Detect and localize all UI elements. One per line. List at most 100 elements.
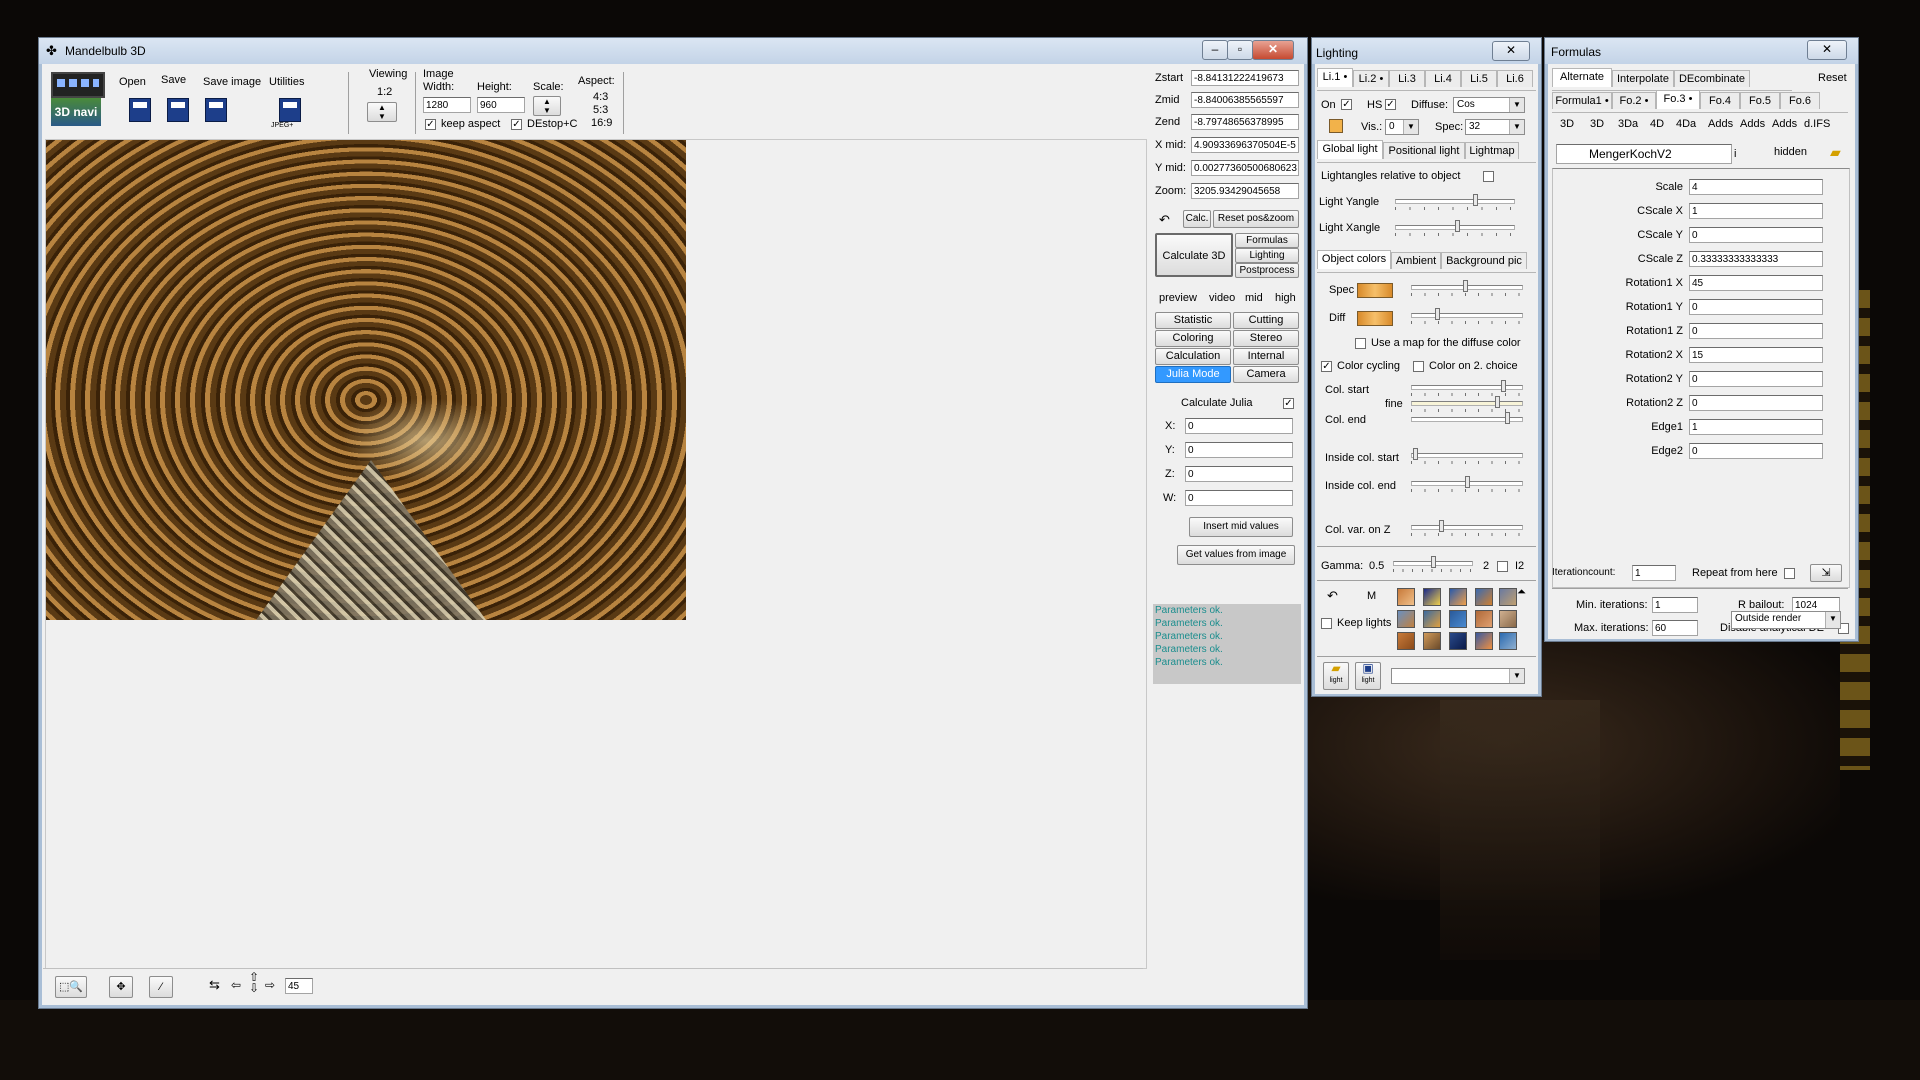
tab-formula-6[interactable]: Fo.6	[1780, 92, 1820, 109]
xmid-input[interactable]: 4.90933696370504E-5	[1191, 137, 1299, 153]
tab-formula-1[interactable]: Formula1 •	[1552, 92, 1612, 109]
light-preset-thumbnail[interactable]	[1449, 632, 1467, 650]
gamma-i2-checkbox[interactable]	[1497, 561, 1508, 572]
tab-coloring[interactable]: Coloring	[1155, 330, 1231, 347]
reset-pos-zoom-button[interactable]: Reset pos&zoom	[1213, 210, 1299, 228]
zoom-input[interactable]: 3205.93429045658	[1191, 183, 1299, 199]
param-value-input[interactable]: 0	[1689, 443, 1823, 459]
quality-high[interactable]: high	[1275, 292, 1296, 304]
tab-cutting[interactable]: Cutting	[1233, 312, 1299, 329]
tab-formula-3[interactable]: Fo.3 •	[1656, 90, 1700, 109]
save-image-menu[interactable]: Save image	[203, 76, 261, 88]
type-tab[interactable]: Adds	[1708, 118, 1733, 130]
tab-camera[interactable]: Camera	[1233, 366, 1299, 383]
close-button[interactable]: ✕	[1252, 40, 1294, 60]
diffuse-select[interactable]: Cos ▼	[1453, 97, 1525, 113]
light-preset-thumbnail[interactable]	[1475, 588, 1493, 606]
light-preset-thumbnail[interactable]	[1449, 610, 1467, 628]
light-preset-thumbnail[interactable]	[1423, 610, 1441, 628]
tab-light-2[interactable]: Li.2 •	[1353, 70, 1389, 87]
render-viewport[interactable]	[45, 139, 1147, 969]
keep-lights-checkbox[interactable]	[1321, 618, 1332, 629]
tab-light-3[interactable]: Li.3	[1389, 70, 1425, 87]
viewing-spinner[interactable]: ▲ ▼	[367, 102, 397, 122]
image-height-input[interactable]: 960	[477, 97, 525, 113]
minimize-button[interactable]: –	[1202, 40, 1228, 60]
julia-y-input[interactable]: 0	[1185, 442, 1293, 458]
keep-aspect-checkbox[interactable]: ✓	[425, 119, 436, 130]
param-value-input[interactable]: 45	[1689, 275, 1823, 291]
tab-calculation[interactable]: Calculation	[1155, 348, 1231, 365]
light-preset-thumbnail[interactable]	[1499, 610, 1517, 628]
undo-icon[interactable]: ↶	[1159, 212, 1170, 228]
formula-options-button[interactable]: ⇲	[1810, 564, 1842, 582]
render-mode-select[interactable]: Outside render ▼	[1731, 611, 1841, 629]
type-tab[interactable]: 3Da	[1618, 118, 1638, 130]
param-value-input[interactable]: 0	[1689, 371, 1823, 387]
quality-preview[interactable]: preview	[1159, 292, 1197, 304]
param-value-input[interactable]: 0	[1689, 395, 1823, 411]
animation-icon[interactable]	[51, 72, 105, 98]
image-width-input[interactable]: 1280	[423, 97, 471, 113]
maximize-button[interactable]: ▫	[1227, 40, 1253, 60]
move-tool-icon[interactable]: ✥	[109, 976, 133, 998]
spec-color-slider[interactable]	[1411, 280, 1523, 298]
save-jpeg-icon[interactable]	[279, 98, 301, 122]
open-save-icon[interactable]	[129, 98, 151, 122]
select-zoom-tool-icon[interactable]: ⬚🔍	[55, 976, 87, 998]
undo-icon[interactable]: ↶	[1327, 588, 1338, 604]
light-color-swatch[interactable]	[1329, 119, 1343, 133]
light-xangle-slider[interactable]	[1395, 220, 1515, 238]
tab-decombinate[interactable]: DEcombinate	[1674, 70, 1750, 87]
use-map-checkbox[interactable]	[1355, 338, 1366, 349]
quality-mid[interactable]: mid	[1245, 292, 1263, 304]
tab-positional-light[interactable]: Positional light	[1383, 142, 1465, 159]
lighting-close-button[interactable]: ✕	[1492, 41, 1530, 61]
fractal-render-image[interactable]	[46, 140, 686, 620]
tab-formula-2[interactable]: Fo.2 •	[1612, 92, 1656, 109]
pick-tool-icon[interactable]: ⁄	[149, 976, 173, 998]
tab-light-6[interactable]: Li.6	[1497, 70, 1533, 87]
arrow-up-down-icon[interactable]: ⇧ ⇩	[249, 971, 259, 994]
save-m3i-icon[interactable]	[205, 98, 227, 122]
formula-info-icon[interactable]: i	[1734, 148, 1736, 160]
insert-mid-values-button[interactable]: Insert mid values	[1189, 517, 1293, 537]
zmid-input[interactable]: -8.84006385565597	[1191, 92, 1299, 108]
calc-button[interactable]: Calc.	[1183, 210, 1211, 228]
rotate-icon[interactable]: ⇆	[209, 977, 220, 993]
param-value-input[interactable]: 0.33333333333333	[1689, 251, 1823, 267]
param-value-input[interactable]: 0	[1689, 227, 1823, 243]
tab-internal[interactable]: Internal	[1233, 348, 1299, 365]
zstart-input[interactable]: -8.84131222419673	[1191, 70, 1299, 86]
lightangles-checkbox[interactable]	[1483, 171, 1494, 182]
diff-color-swatch[interactable]	[1357, 311, 1393, 326]
light-preset-thumbnail[interactable]	[1499, 632, 1517, 650]
tab-light-4[interactable]: Li.4	[1425, 70, 1461, 87]
save-parameters-icon[interactable]	[167, 98, 189, 122]
ymid-input[interactable]: 0.00277360500680623	[1191, 160, 1299, 176]
arrow-right-icon[interactable]: ⇨	[265, 978, 275, 992]
type-tab[interactable]: 4Da	[1676, 118, 1696, 130]
reset-button[interactable]: Reset	[1818, 72, 1847, 84]
param-value-input[interactable]: 0	[1689, 323, 1823, 339]
aspect-option[interactable]: 16:9	[591, 117, 612, 129]
light-preset-thumbnail[interactable]	[1423, 632, 1441, 650]
tab-stereo[interactable]: Stereo	[1233, 330, 1299, 347]
aspect-option[interactable]: 4:3	[593, 91, 608, 103]
tab-light-5[interactable]: Li.5	[1461, 70, 1497, 87]
aspect-option[interactable]: 5:3	[593, 104, 608, 116]
formula-name-field[interactable]: MengerKochV2	[1556, 144, 1732, 164]
tab-ambient[interactable]: Ambient	[1391, 252, 1441, 269]
hs-checkbox[interactable]: ✓	[1385, 99, 1396, 110]
light-preset-thumbnail[interactable]	[1397, 610, 1415, 628]
formulas-close-button[interactable]: ✕	[1807, 40, 1847, 60]
light-preset-thumbnail[interactable]	[1423, 588, 1441, 606]
light-preset-select[interactable]: ▼	[1391, 668, 1525, 684]
inside-col-start-slider[interactable]	[1411, 448, 1523, 466]
param-value-input[interactable]: 0	[1689, 299, 1823, 315]
type-tab[interactable]: Adds	[1772, 118, 1797, 130]
vis-select[interactable]: 0 ▼	[1385, 119, 1419, 135]
light-preset-thumbnail[interactable]	[1397, 632, 1415, 650]
tab-alternate[interactable]: Alternate	[1552, 68, 1612, 87]
open-menu[interactable]: Open	[119, 76, 146, 88]
